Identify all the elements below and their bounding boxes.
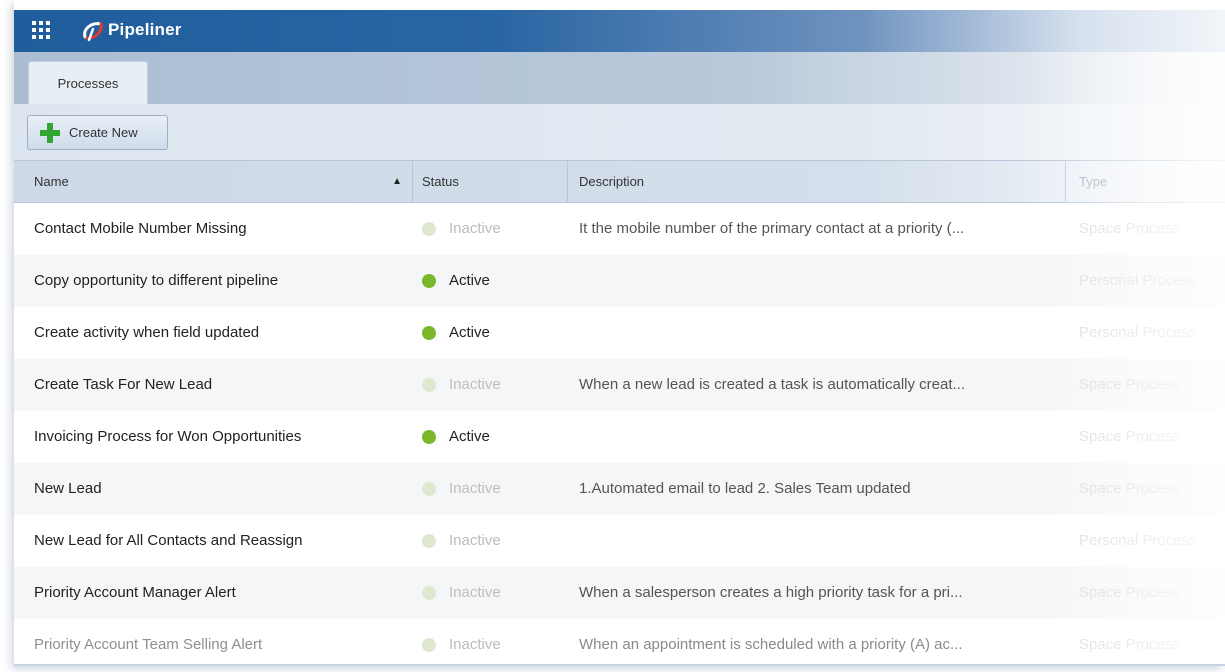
row-name: Invoicing Process for Won Opportunities <box>34 428 302 445</box>
row-status-label: Active <box>449 428 490 445</box>
row-status-label: Inactive <box>449 584 501 601</box>
app-grid-icon[interactable] <box>32 21 50 39</box>
row-name: New Lead <box>34 480 102 497</box>
row-status: Active <box>422 307 562 359</box>
column-header-name-label: Name <box>34 174 69 189</box>
row-status-label: Inactive <box>449 376 501 393</box>
column-header-description-label: Description <box>579 174 645 189</box>
pipeliner-logo-icon <box>83 22 103 42</box>
status-dot-icon <box>422 586 436 600</box>
row-status: Inactive <box>422 203 562 255</box>
table-row[interactable]: New Lead Inactive 1.Automated email to lea… <box>14 463 1225 515</box>
row-name: Copy opportunity to different pipeline <box>34 272 279 289</box>
row-description <box>579 307 1057 359</box>
row-name: Create Task For New Lead <box>34 376 213 393</box>
row-description <box>579 255 1057 307</box>
table-row[interactable]: Priority Account Manager Alert Inactive Wh… <box>14 567 1225 619</box>
row-status-label: Inactive <box>449 220 501 237</box>
bottom-border <box>14 664 1225 666</box>
row-status-label: Inactive <box>449 480 501 497</box>
sort-ascending-icon[interactable]: ▲ <box>392 161 402 202</box>
row-type: Space Process <box>1079 376 1180 393</box>
status-dot-icon <box>422 326 436 340</box>
table-body: Contact Mobile Number Missing Inactive It … <box>14 203 1225 666</box>
row-type: Personal Process <box>1079 324 1197 341</box>
row-description: When a new lead is created a task is aut… <box>579 376 966 393</box>
column-header-status-label: Status <box>422 174 459 189</box>
row-name: Priority Account Manager Alert <box>34 584 236 601</box>
row-status: Inactive <box>422 359 562 411</box>
row-name: Priority Account Team Selling Alert <box>34 636 263 653</box>
status-dot-icon <box>422 482 436 496</box>
row-type: Space Process <box>1079 480 1180 497</box>
create-new-label: Create New <box>69 125 138 140</box>
column-header-name[interactable]: Name ▲ <box>28 161 412 202</box>
column-header-status[interactable]: Status <box>412 161 567 202</box>
tab-processes[interactable]: Processes <box>28 61 148 104</box>
row-name: Contact Mobile Number Missing <box>34 220 247 237</box>
create-new-button[interactable]: Create New <box>27 115 168 150</box>
row-type: Space Process <box>1079 220 1180 237</box>
table-row[interactable]: Contact Mobile Number Missing Inactive It … <box>14 203 1225 255</box>
column-header-type-label: Type <box>1079 174 1108 189</box>
status-dot-icon <box>422 430 436 444</box>
row-description <box>579 515 1057 567</box>
row-description <box>579 411 1057 463</box>
status-dot-icon <box>422 534 436 548</box>
table-row[interactable]: Create activity when field updated Active… <box>14 307 1225 359</box>
row-status: Active <box>422 255 562 307</box>
status-dot-icon <box>422 638 436 652</box>
row-status: Inactive <box>422 463 562 515</box>
row-type: Personal Process <box>1079 272 1197 289</box>
row-type: Space Process <box>1079 428 1180 445</box>
row-description: When a salesperson creates a high priori… <box>579 584 963 601</box>
row-name: Create activity when field updated <box>34 324 260 341</box>
row-description: 1.Automated email to lead 2. Sales Team … <box>579 480 911 497</box>
row-description: It the mobile number of the primary cont… <box>579 220 965 237</box>
table-row[interactable]: Copy opportunity to different pipeline Ac… <box>14 255 1225 307</box>
table-header: Name ▲ Status Description Type <box>14 160 1225 203</box>
row-status-label: Inactive <box>449 532 501 549</box>
tab-strip: Processes <box>14 52 1225 104</box>
plus-icon <box>40 122 60 143</box>
column-header-type[interactable]: Type <box>1065 161 1225 202</box>
title-bar: Pipeliner <box>14 10 1225 52</box>
table-row[interactable]: Priority Account Team Selling Alert Inact… <box>14 619 1225 666</box>
row-description: When an appointment is scheduled with a … <box>579 636 963 653</box>
table-row[interactable]: Create Task For New Lead Inactive When a n… <box>14 359 1225 411</box>
row-status: Active <box>422 411 562 463</box>
status-dot-icon <box>422 274 436 288</box>
toolbar: Create New <box>14 104 1225 160</box>
row-status: Inactive <box>422 567 562 619</box>
row-type: Space Process <box>1079 584 1180 601</box>
status-dot-icon <box>422 222 436 236</box>
table-row[interactable]: Invoicing Process for Won Opportunities A… <box>14 411 1225 463</box>
status-dot-icon <box>422 378 436 392</box>
row-type: Space Process <box>1079 636 1180 653</box>
row-status-label: Active <box>449 272 490 289</box>
row-status: Inactive <box>422 619 562 666</box>
row-type: Personal Process <box>1079 532 1197 549</box>
row-status-label: Active <box>449 324 490 341</box>
column-header-description[interactable]: Description <box>567 161 1065 202</box>
app-window: Pipeliner Processes Create New Name ▲ St… <box>14 0 1225 666</box>
table-row[interactable]: New Lead for All Contacts and Reassign In… <box>14 515 1225 567</box>
row-status: Inactive <box>422 515 562 567</box>
row-status-label: Inactive <box>449 636 501 653</box>
app-title: Pipeliner <box>108 20 182 39</box>
row-name: New Lead for All Contacts and Reassign <box>34 532 303 549</box>
